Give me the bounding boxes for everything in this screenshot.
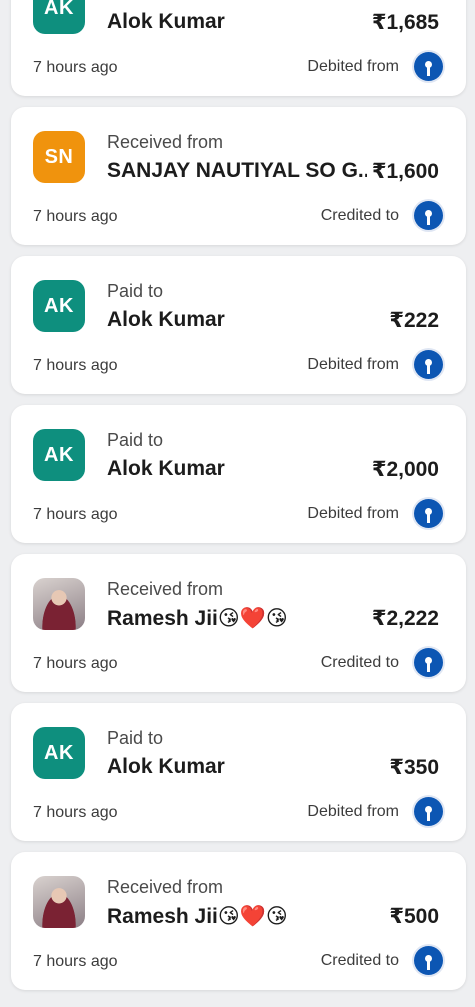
transaction-type: Received from [107, 877, 224, 897]
transaction-type: Paid to [107, 0, 163, 4]
transaction-time: 7 hours ago [33, 953, 118, 970]
account-status: Debited from [307, 803, 399, 820]
transaction-type: Paid to [107, 728, 164, 748]
contact-avatar: AK [33, 429, 85, 481]
contact-avatar: AK [33, 280, 85, 332]
transaction-amount: ₹350 [389, 756, 439, 779]
account-status: Debited from [307, 356, 399, 373]
transaction-type: Received from [107, 579, 224, 599]
contact-name: Ramesh Jii😘❤️😘 [107, 905, 288, 928]
transaction-card[interactable]: SN Received from SANJAY NAUTIYAL SO G...… [11, 107, 466, 245]
bank-icon [414, 52, 443, 81]
transaction-amount: ₹500 [389, 905, 439, 928]
transaction-time: 7 hours ago [33, 804, 118, 821]
transaction-amount: ₹1,600 [371, 160, 439, 183]
account-status: Debited from [307, 58, 399, 75]
contact-name: Alok Kumar [107, 308, 225, 331]
account-status: Credited to [320, 207, 399, 224]
transaction-card[interactable]: Received from Ramesh Jii😘❤️😘 ₹500 7 hour… [11, 852, 466, 990]
transaction-card[interactable]: AK Paid to Alok Kumar ₹350 7 hours ago D… [11, 703, 466, 841]
transaction-time: 7 hours ago [33, 208, 118, 225]
contact-name: Alok Kumar [107, 457, 225, 480]
transaction-amount: ₹2,222 [371, 607, 439, 630]
account-status: Credited to [320, 654, 399, 671]
contact-name: SANJAY NAUTIYAL SO G... [107, 159, 367, 182]
contact-avatar [33, 578, 85, 630]
transaction-card[interactable]: AK Paid to Alok Kumar ₹2,000 7 hours ago… [11, 405, 466, 543]
bank-icon [414, 797, 443, 826]
contact-name: Ramesh Jii😘❤️😘 [107, 607, 288, 630]
contact-avatar: SN [33, 131, 85, 183]
contact-avatar: AK [33, 727, 85, 779]
transaction-card[interactable]: Received from Ramesh Jii😘❤️😘 ₹2,222 7 ho… [11, 554, 466, 692]
transaction-list: AK Paid to Alok Kumar ₹1,685 7 hours ago… [0, 0, 475, 1001]
transaction-type: Paid to [107, 430, 164, 450]
transaction-card[interactable]: AK Paid to Alok Kumar ₹222 7 hours ago D… [11, 256, 466, 394]
bank-icon [414, 648, 443, 677]
transaction-type: Received from [107, 132, 224, 152]
transaction-time: 7 hours ago [33, 357, 118, 374]
transaction-time: 7 hours ago [33, 59, 118, 76]
transaction-amount: ₹2,000 [371, 458, 439, 481]
transaction-type: Paid to [107, 281, 164, 301]
bank-icon [414, 350, 443, 379]
transaction-time: 7 hours ago [33, 655, 118, 672]
bank-icon [414, 201, 443, 230]
transaction-card[interactable]: AK Paid to Alok Kumar ₹1,685 7 hours ago… [11, 0, 466, 96]
bank-icon [414, 499, 443, 528]
contact-name: Alok Kumar [107, 755, 225, 778]
account-status: Credited to [320, 952, 399, 969]
account-status: Debited from [307, 505, 399, 522]
contact-avatar: AK [33, 0, 85, 34]
bank-icon [414, 946, 443, 975]
transaction-time: 7 hours ago [33, 506, 118, 523]
contact-name: Alok Kumar [107, 10, 225, 33]
transaction-amount: ₹1,685 [371, 11, 439, 34]
transaction-amount: ₹222 [389, 309, 439, 332]
contact-avatar [33, 876, 85, 928]
